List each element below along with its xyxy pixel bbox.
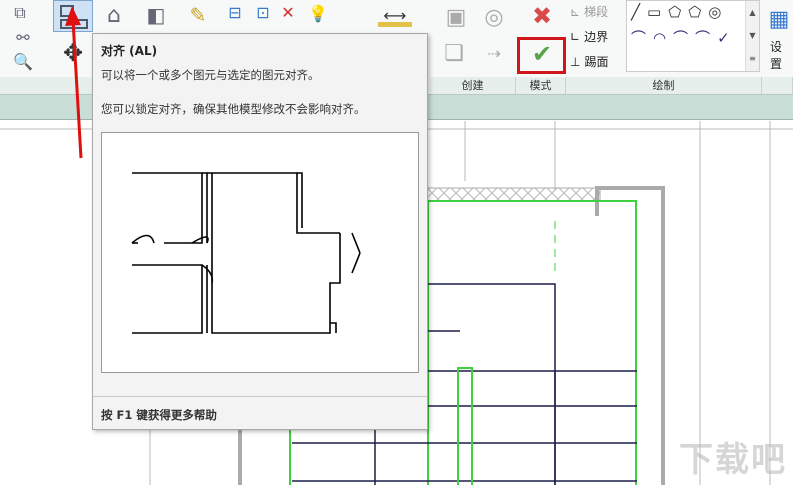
align-tooltip: 对齐 (AL) 可以将一个或多个图元与选定的图元对齐。 您可以锁定对齐，确保其他… — [92, 33, 428, 430]
create-component-icon[interactable]: ◎ — [476, 2, 512, 32]
boundary-label: 边界 — [584, 30, 609, 44]
boundary-button[interactable]: ∟ 边界 — [570, 28, 608, 45]
tread-button[interactable]: ⊥ 踢面 — [570, 53, 608, 70]
unpin-icon[interactable]: ✕ — [277, 2, 299, 22]
boundary-icon: ∟ — [570, 29, 581, 44]
watermark-logo: 下载吧 — [679, 440, 787, 480]
riser-button[interactable]: ⊾ 梯段 — [570, 3, 608, 20]
create-assembly-icon[interactable]: ⇢ — [476, 38, 512, 68]
tooltip-help-hint: 按 F1 键获得更多帮助 — [101, 408, 217, 422]
panel-label-draw: 绘制 — [566, 77, 762, 94]
draw-shapes-icons[interactable]: ╱▭⬠⬠◎ — [631, 3, 728, 21]
tooltip-description: 可以将一个或多个图元与选定的图元对齐。 — [101, 68, 320, 82]
mirror-pick-axis-icon[interactable]: ◧ — [138, 0, 174, 30]
inspect-icon[interactable]: 🔍 — [8, 50, 38, 72]
panel-label-create: 创建 — [430, 77, 516, 94]
create-parts-icon[interactable]: ❏ — [436, 38, 472, 68]
draw-gallery[interactable]: ╱▭⬠⬠◎ ⌒◠⌒⌒✓ ▲ ▼ ≡ — [626, 0, 760, 72]
tread-icon: ⊥ — [570, 54, 581, 69]
tread-label: 踢面 — [584, 55, 609, 69]
join-icon[interactable]: ⚯ — [8, 26, 38, 48]
panel-label-settings — [762, 77, 793, 94]
panel-label-mode: 模式 — [516, 77, 566, 94]
gallery-scrollbar[interactable]: ▲ ▼ ≡ — [745, 1, 759, 71]
paste-icon[interactable]: ⧉ — [0, 2, 40, 24]
riser-icon: ⊾ — [570, 4, 581, 19]
highlight-box — [517, 37, 566, 74]
tooltip-divider — [93, 396, 427, 397]
create-group-icon[interactable]: ▣ — [438, 2, 474, 32]
settings-label[interactable]: 设置 — [770, 38, 793, 72]
split-icon[interactable]: ⊟ — [222, 2, 248, 22]
mirror-draw-axis-icon[interactable]: ✎ — [180, 0, 216, 30]
settings-grid-icon[interactable]: ▦ — [765, 4, 793, 34]
cancel-edit-button[interactable]: ✖ — [526, 2, 558, 30]
offset-icon[interactable]: ⌂ — [96, 0, 132, 30]
split-gap-icon[interactable]: ⊡ — [250, 2, 276, 22]
tooltip-note: 您可以锁定对齐，确保其他模型修改不会影响对齐。 — [101, 102, 366, 116]
draw-arcs-icons[interactable]: ⌒◠⌒⌒✓ — [631, 27, 737, 48]
riser-label: 梯段 — [584, 5, 609, 19]
lightbulb-icon[interactable]: 💡 — [305, 2, 331, 24]
tooltip-title: 对齐 (AL) — [101, 44, 158, 58]
tooltip-illustration — [101, 132, 419, 373]
